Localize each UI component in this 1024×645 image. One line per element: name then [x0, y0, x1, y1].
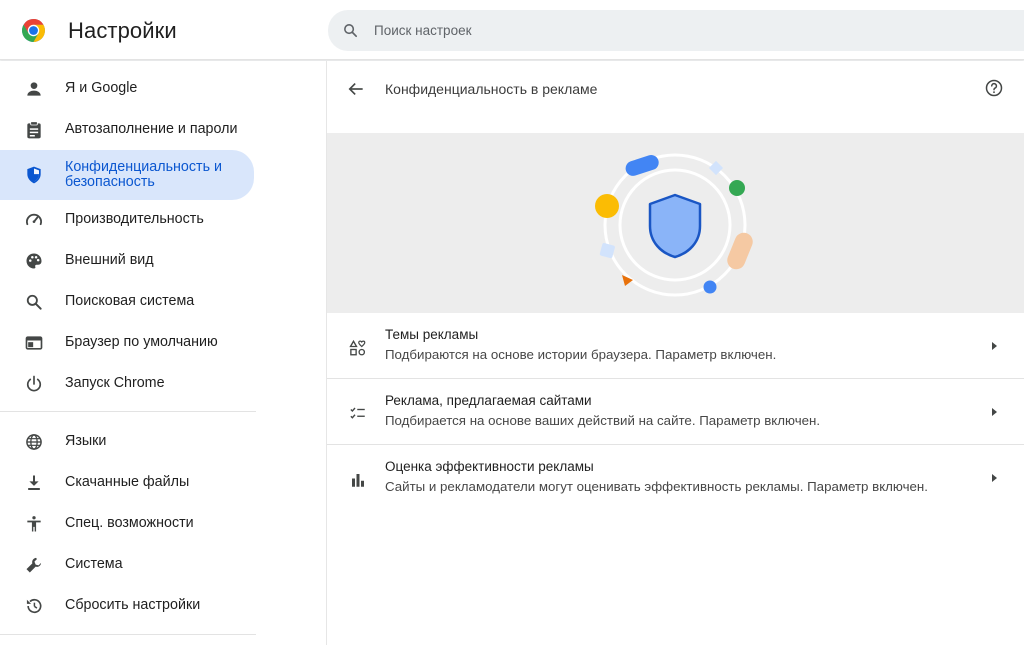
- sidebar-item-label: Языки: [65, 433, 107, 449]
- sidebar-item-label: Я и Google: [65, 80, 138, 96]
- illustration-art: [595, 153, 753, 297]
- chevron-right-icon: [992, 408, 997, 416]
- download-icon: [24, 473, 44, 493]
- sidebar-item-label: Скачанные файлы: [65, 474, 190, 490]
- sidebar-item-you-and-google[interactable]: Я и Google: [0, 68, 254, 109]
- sidebar-item-label: Конфиденциальность и безопасность: [65, 159, 222, 190]
- sidebar-item-reset[interactable]: Сбросить настройки: [0, 585, 254, 626]
- search-input[interactable]: [374, 10, 974, 51]
- ad-measurement-row[interactable]: Оценка эффективности рекламы Сайты и рек…: [327, 445, 1024, 511]
- shield-illustration-icon: [648, 193, 702, 259]
- help-icon[interactable]: [984, 78, 1004, 98]
- sidebar-item-search-engine[interactable]: Поисковая система: [0, 281, 254, 322]
- sidebar-item-languages[interactable]: Языки: [0, 421, 254, 462]
- search-icon: [24, 292, 44, 312]
- sidebar-item-label: Автозаполнение и пароли: [65, 121, 238, 137]
- sidebar-item-label: Система: [65, 556, 123, 572]
- row-title: Реклама, предлагаемая сайтами: [385, 393, 592, 408]
- search-icon: [344, 24, 358, 38]
- chevron-right-icon: [992, 342, 997, 350]
- back-arrow-icon[interactable]: [346, 79, 366, 99]
- settings-window: Настройки Я и Google Автозаполнение и па…: [0, 0, 1024, 645]
- row-title: Оценка эффективности рекламы: [385, 459, 594, 474]
- app-title: Настройки: [68, 18, 177, 43]
- sidebar-item-label: Браузер по умолчанию: [65, 334, 218, 350]
- bar-chart-icon: [352, 474, 364, 487]
- row-subtitle: Подбирается на основе ваших действий на …: [385, 413, 821, 428]
- row-subtitle: Подбираются на основе истории браузера. …: [385, 347, 777, 362]
- sidebar-item-label: Запуск Chrome: [65, 375, 165, 391]
- clipboard-icon: [24, 120, 44, 140]
- page-title: Конфиденциальность в рекламе: [385, 81, 598, 97]
- sidebar-item-default-browser[interactable]: Браузер по умолчанию: [0, 322, 254, 363]
- wrench-icon: [24, 555, 44, 575]
- sidebar-item-system[interactable]: Система: [0, 544, 254, 585]
- sidebar-item-privacy[interactable]: Конфиденциальность и безопасность: [0, 150, 254, 200]
- sidebar-item-accessibility[interactable]: Спец. возможности: [0, 503, 254, 544]
- row-subtitle: Сайты и рекламодатели могут оценивать эф…: [385, 479, 928, 494]
- sidebar-item-downloads[interactable]: Скачанные файлы: [0, 462, 254, 503]
- green-dot: [729, 180, 745, 196]
- person-icon: [24, 79, 44, 99]
- sidebar-item-label: Поисковая система: [65, 293, 195, 309]
- ad-topics-icon: [349, 339, 366, 356]
- checklist-icon: [350, 407, 365, 419]
- site-suggested-ads-row[interactable]: Реклама, предлагаемая сайтами Подбираетс…: [327, 379, 1024, 445]
- accessibility-icon: [24, 514, 44, 534]
- yellow-circle: [595, 194, 619, 218]
- sidebar-item-label: Спец. возможности: [65, 515, 194, 531]
- search-bar[interactable]: [328, 10, 1024, 51]
- sidebar-divider: [0, 634, 256, 635]
- sidebar-item-label: Производительность: [65, 211, 204, 227]
- ad-privacy-illustration: [327, 133, 1024, 313]
- globe-icon: [24, 432, 44, 452]
- top-bar: Настройки: [0, 0, 1024, 60]
- history-icon: [24, 596, 44, 616]
- power-icon: [24, 374, 44, 394]
- sidebar-item-label: Сбросить настройки: [65, 597, 201, 613]
- row-title: Темы рекламы: [385, 327, 479, 342]
- sidebar-item-on-startup[interactable]: Запуск Chrome: [0, 363, 254, 404]
- browser-window-icon: [24, 333, 44, 353]
- chevron-right-icon: [992, 474, 997, 482]
- sidebar-gutter: [256, 61, 327, 645]
- shield-icon: [24, 165, 44, 185]
- speedometer-icon: [24, 210, 44, 230]
- sidebar-item-performance[interactable]: Производительность: [0, 199, 254, 240]
- sidebar-item-appearance[interactable]: Внешний вид: [0, 240, 254, 281]
- sidebar-item-label: Внешний вид: [65, 252, 154, 268]
- blue-dot: [703, 280, 717, 294]
- sidebar-item-autofill[interactable]: Автозаполнение и пароли: [0, 109, 254, 150]
- sidebar: Я и Google Автозаполнение и пароли Конфи…: [0, 61, 270, 645]
- chrome-logo-icon: [22, 19, 45, 42]
- main-panel: Конфиденциальность в рекламе Темы реклам…: [327, 61, 1024, 645]
- ad-topics-row[interactable]: Темы рекламы Подбираются на основе истор…: [327, 313, 1024, 379]
- sidebar-divider: [0, 411, 256, 412]
- palette-icon: [24, 251, 44, 271]
